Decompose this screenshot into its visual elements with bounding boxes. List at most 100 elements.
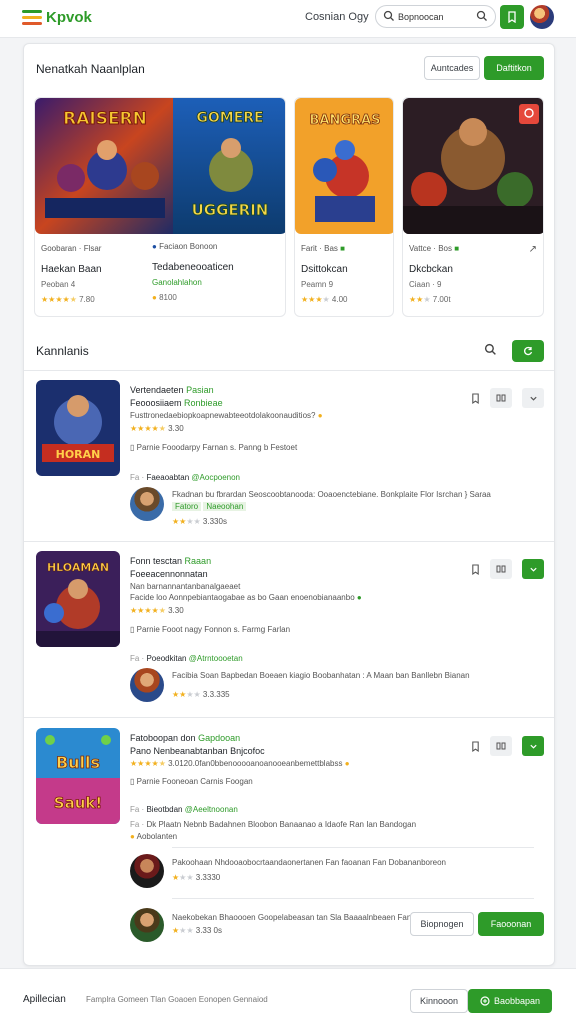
divider (24, 370, 554, 371)
item-description: Facide loo Aonnpebiantaogabae as bo Gaan… (130, 593, 362, 602)
avatar[interactable] (130, 487, 164, 521)
share-icon (496, 742, 506, 750)
sub-reply-rating: ★★★ 3.3330 (172, 873, 221, 882)
avatar[interactable] (130, 854, 164, 888)
star-icon: ★★★★ (41, 295, 70, 304)
star-icon: ★★★★ (130, 606, 159, 615)
item-note: ▯ Parnie Fooneoan Carnis Foogan (130, 777, 253, 786)
game-art-image (403, 98, 543, 234)
svg-text:UGGERIN: UGGERIN (192, 201, 269, 219)
divider (172, 898, 534, 899)
expand-button[interactable] (522, 388, 544, 408)
svg-text:Bulls: Bulls (56, 753, 100, 772)
list-item[interactable]: Bulls Sauk! Fatoboopan don Gapdooan Pano… (24, 728, 554, 965)
card-title: Dkcbckan (409, 264, 453, 275)
reply-header: Fa · Bieotbdan @Aeeltnoonan (130, 805, 238, 814)
avatar[interactable] (130, 668, 164, 702)
svg-text:GOMERE: GOMERE (196, 110, 263, 126)
footer-description: Famplra Gomeen Tlan Goaoen Eonopen Genna… (86, 995, 268, 1004)
svg-text:HORAN: HORAN (56, 448, 101, 461)
reply-header: Fa · Faeaoabtan @Aocpoenon (130, 473, 241, 482)
share-icon (496, 394, 506, 402)
reply-text: Fa · Dk Plaatn Nebnb Badahnen Bloobon Ba… (130, 820, 417, 829)
svg-text:RAISERN: RAISERN (63, 109, 147, 129)
item-title: Fatoboopan don Gapdooan (130, 733, 241, 743)
chevron-down-icon (529, 567, 537, 572)
expand-button[interactable] (522, 736, 544, 756)
nav-link[interactable]: Cosnian Ogy (305, 11, 369, 23)
item-note: ▯ Parnie Fooot nagy Fonnon s. Farmg Farl… (130, 625, 291, 634)
footer-green-button[interactable]: Baobbapan (468, 989, 552, 1013)
card-title: Haekan Baan (41, 264, 102, 275)
bookmark-button[interactable] (464, 559, 486, 579)
share-button[interactable] (490, 736, 512, 756)
logo-icon[interactable] (22, 10, 42, 26)
bookmark-icon (471, 392, 479, 404)
expand-button[interactable] (522, 559, 544, 579)
reply-tags: Fatoro Naeoohan (172, 502, 247, 511)
bookmark-button[interactable] (464, 388, 486, 408)
refresh-icon (524, 346, 533, 356)
list-item[interactable]: HORAN Vertendaeten Pasian Feooosiiaem Ro… (24, 380, 554, 540)
item-description: Fusttronedaebiopkoapnewabteeotdolakoonau… (130, 411, 323, 420)
card-meta: ● Faciaon Bonoon (152, 242, 218, 251)
star-icon: ★★ (409, 295, 424, 304)
note-icon: ▯ (130, 443, 135, 452)
chevron-right-icon[interactable]: ↗ (529, 244, 537, 255)
sub-reply-text: Naekobekan Bhaoooen Goopelabeasan tan Sl… (172, 913, 412, 922)
featured-card[interactable]: Vattce · Bos ■ Dkcbckan Ciaan · 9 ★★★ 7.… (402, 97, 544, 317)
item-rating: ★★★★★ 3.30 (130, 606, 184, 615)
game-art-image: RAISERN GOMERE UGGERIN (35, 98, 285, 234)
card-title: Tedabeneooaticen (152, 262, 234, 273)
game-thumbnail: HLOAMAN (36, 551, 120, 647)
star-icon: ★★★★ (130, 759, 159, 768)
featured-outline-button[interactable]: Auntcades (424, 56, 480, 80)
secondary-button[interactable]: Biopnogen (410, 912, 474, 936)
footer-outline-button[interactable]: Kinnooon (410, 989, 468, 1013)
sub-reply-rating: ★★★ 3.33 0s (172, 926, 222, 935)
card-meta: Vattce · Bos ■ (409, 244, 460, 253)
bookmark-icon (471, 563, 479, 575)
main-card: Nenatkah Naanlplan Auntcades Daftitkon R… (23, 43, 555, 966)
share-button[interactable] (490, 559, 512, 579)
card-rating: ● 8100 (152, 293, 177, 302)
primary-button[interactable]: Faooonan (478, 912, 544, 936)
search-box[interactable] (375, 5, 496, 28)
item-subtitle: Foeeacennonnatan (130, 569, 208, 579)
list-item[interactable]: HLOAMAN Fonn tesctan Raaan Foeeacennonna… (24, 551, 554, 717)
star-icon: ★★★ (301, 295, 323, 304)
reply-header: Fa · Poeodkitan @Atrntoooetan (130, 654, 243, 663)
featured-card[interactable]: BANGRAS Farit · Bas ■ Dsittokcan Peamn 9… (294, 97, 394, 317)
featured-card-second-half: ● Faciaon Bonoon Tedabeneooaticen Ganola… (152, 242, 288, 318)
bookmark-icon (508, 11, 516, 23)
chevron-down-icon (529, 396, 537, 401)
note-icon: ▯ (130, 777, 135, 786)
search-icon (383, 10, 394, 21)
divider (24, 717, 554, 718)
note-icon: ▯ (130, 625, 135, 634)
refresh-button[interactable] (512, 340, 544, 362)
share-button[interactable] (490, 388, 512, 408)
svg-text:BANGRAS: BANGRAS (310, 113, 381, 128)
avatar[interactable] (130, 908, 164, 942)
card-title: Dsittokcan (301, 264, 348, 275)
user-avatar[interactable] (530, 5, 554, 29)
bookmark-icon (471, 740, 479, 752)
logo-text[interactable]: Kpvok (46, 9, 92, 26)
item-note: ▯ Parnie Fooodarpy Farnan s. Panng b Fes… (130, 443, 298, 452)
item-title: Vertendaeten Pasian (130, 385, 214, 395)
chevron-down-icon (529, 744, 537, 749)
reply-text: Facibia Soan Bapbedan Boeaen kiagio Boob… (172, 671, 470, 680)
game-thumbnail: Bulls Sauk! (36, 728, 120, 824)
item-tagline: Nan barnannantanbanalgaeaet (130, 582, 241, 591)
svg-text:HLOAMAN: HLOAMAN (47, 561, 109, 574)
featured-green-button[interactable]: Daftitkon (484, 56, 544, 80)
card-subtitle: Peamn 9 (301, 280, 334, 289)
bookmark-button[interactable] (500, 5, 524, 29)
bookmark-button[interactable] (464, 736, 486, 756)
reply-rating: ★★★★ 3.330s (172, 517, 227, 526)
footer-green-button-label: Baobbapan (493, 996, 541, 1006)
search-icon[interactable] (484, 343, 497, 356)
search-icon[interactable] (476, 10, 488, 22)
search-input[interactable] (398, 10, 472, 24)
